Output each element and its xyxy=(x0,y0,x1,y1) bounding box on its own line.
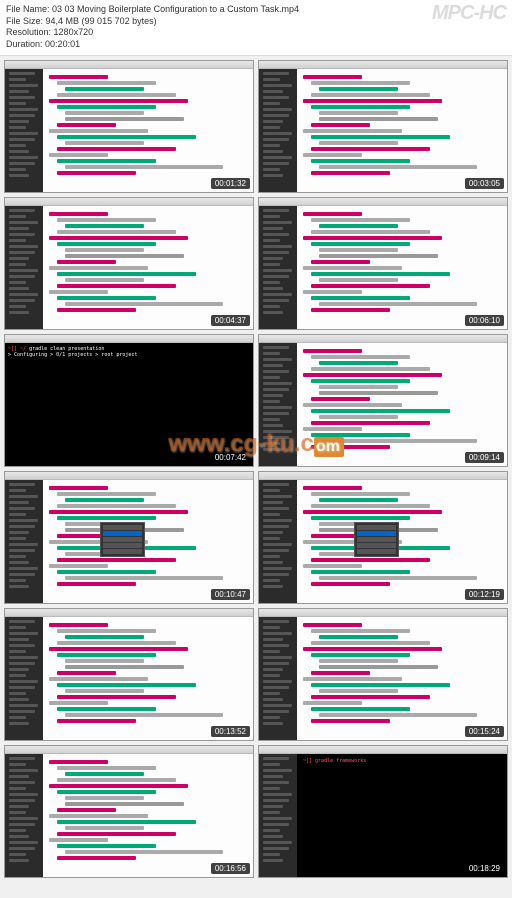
code-editor xyxy=(43,69,253,192)
thumbnail-11[interactable]: ~[] gradle frameworks00:18:29 xyxy=(258,745,508,878)
code-editor xyxy=(43,206,253,329)
player-name-badge: MPC-HC xyxy=(432,2,506,25)
file-tree-sidebar xyxy=(259,69,297,192)
file-tree-sidebar xyxy=(5,206,43,329)
watermark-text: www.cg-ku.com xyxy=(168,430,344,458)
file-tree-sidebar xyxy=(259,480,297,603)
thumbnail-3[interactable]: 00:06:10 xyxy=(258,197,508,330)
resolution-label: Resolution: xyxy=(6,27,51,37)
autocomplete-popup[interactable] xyxy=(354,522,399,557)
file-name-label: File Name: xyxy=(6,4,50,14)
thumbnail-9[interactable]: 00:15:24 xyxy=(258,608,508,741)
file-tree-sidebar xyxy=(5,480,43,603)
timestamp-badge: 00:16:56 xyxy=(211,863,250,874)
timestamp-badge: 00:03:05 xyxy=(465,178,504,189)
timestamp-badge: 00:01:32 xyxy=(211,178,250,189)
timestamp-badge: 00:04:37 xyxy=(211,315,250,326)
timestamp-badge: 00:10:47 xyxy=(211,589,250,600)
file-tree-sidebar xyxy=(5,69,43,192)
timestamp-badge: 00:06:10 xyxy=(465,315,504,326)
resolution-value: 1280x720 xyxy=(54,27,94,37)
file-name-value: 03 03 Moving Boilerplate Configuration t… xyxy=(52,4,299,14)
timestamp-badge: 00:13:52 xyxy=(211,726,250,737)
file-tree-sidebar xyxy=(5,754,43,877)
timestamp-badge: 00:18:29 xyxy=(465,863,504,874)
autocomplete-popup[interactable] xyxy=(100,522,145,557)
file-size-value: 94,4 MB (99 015 702 bytes) xyxy=(46,16,157,26)
duration-value: 00:20:01 xyxy=(45,39,80,49)
file-tree-sidebar xyxy=(5,617,43,740)
thumbnail-2[interactable]: 00:04:37 xyxy=(4,197,254,330)
code-editor xyxy=(297,617,507,740)
duration-label: Duration: xyxy=(6,39,43,49)
thumbnail-6[interactable]: 00:10:47 xyxy=(4,471,254,604)
code-editor xyxy=(43,754,253,877)
thumbnail-10[interactable]: 00:16:56 xyxy=(4,745,254,878)
thumbnail-8[interactable]: 00:13:52 xyxy=(4,608,254,741)
thumbnail-7[interactable]: 00:12:19 xyxy=(258,471,508,604)
code-editor xyxy=(297,480,507,603)
file-size-label: File Size: xyxy=(6,16,43,26)
code-editor xyxy=(297,69,507,192)
timestamp-badge: 00:12:19 xyxy=(465,589,504,600)
thumbnail-0[interactable]: 00:01:32 xyxy=(4,60,254,193)
code-editor xyxy=(43,617,253,740)
thumbnail-grid: 00:01:3200:03:0500:04:3700:06:10~[] ~/ g… xyxy=(0,56,512,882)
terminal-panel: ~[] gradle frameworks xyxy=(297,754,507,877)
timestamp-badge: 00:15:24 xyxy=(465,726,504,737)
file-tree-sidebar xyxy=(259,206,297,329)
code-editor xyxy=(297,206,507,329)
file-tree-sidebar xyxy=(259,754,297,877)
code-editor xyxy=(43,480,253,603)
file-tree-sidebar xyxy=(259,617,297,740)
timestamp-badge: 00:09:14 xyxy=(465,452,504,463)
thumbnail-1[interactable]: 00:03:05 xyxy=(258,60,508,193)
